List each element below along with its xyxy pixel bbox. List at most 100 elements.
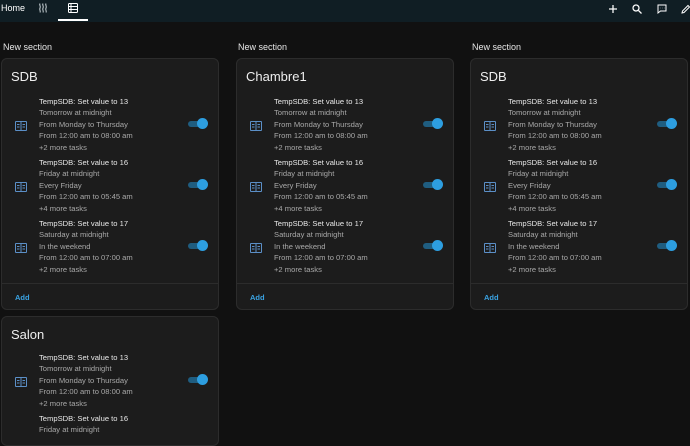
task-text: TempSDB: Set value to 13 Tomorrow at mid… (508, 96, 602, 153)
card-title: Chambre1 (246, 69, 307, 84)
task-title: TempSDB: Set value to 13 (39, 97, 129, 106)
chat-icon (657, 4, 667, 15)
task-days: From Monday to Thursday (508, 119, 597, 129)
task-text: TempSDB: Set value to 13 Tomorrow at mid… (274, 96, 368, 153)
task-when: Tomorrow at midnight (39, 364, 112, 374)
section-title: New section (3, 42, 53, 52)
pencil-icon (681, 4, 690, 14)
task-toggle[interactable] (423, 118, 443, 130)
calendar-icon (250, 118, 262, 131)
add-task-button[interactable]: Add (250, 293, 265, 302)
task-toggle[interactable] (188, 374, 208, 386)
task-toggle[interactable] (657, 240, 677, 252)
task-text: TempSDB: Set value to 16 Friday at midni… (39, 413, 128, 436)
task-hours: From 12:00 am to 08:00 am (39, 131, 133, 141)
task-hours: From 12:00 am to 08:00 am (508, 131, 602, 141)
task-days: Every Friday (274, 180, 317, 190)
task-more: +4 more tasks (39, 203, 87, 213)
task-title: TempSDB: Set value to 16 (39, 414, 129, 423)
calendar-icon (250, 179, 262, 192)
task-days: Every Friday (39, 180, 82, 190)
card-title: SDB (480, 69, 507, 84)
assist-button[interactable] (654, 1, 670, 17)
tab-home[interactable]: Home (0, 0, 25, 22)
scheduler-card: SDB TempSDB: Set value to 13 Tomorrow at… (1, 58, 219, 310)
task-days: In the weekend (274, 241, 326, 251)
card-divider (237, 283, 453, 284)
task-text: TempSDB: Set value to 13 Tomorrow at mid… (39, 96, 133, 153)
scheduler-card: Chambre1 TempSDB: Set value to 13 Tomorr… (236, 58, 454, 310)
task-more: +4 more tasks (508, 203, 556, 213)
task-hours: From 12:00 am to 05:45 am (508, 192, 602, 202)
task-title: TempSDB: Set value to 13 (508, 97, 598, 106)
task-when: Friday at midnight (39, 169, 100, 179)
calendar-icon (484, 240, 496, 253)
task-when: Tomorrow at midnight (274, 108, 347, 118)
calendar-icon (484, 179, 496, 192)
task-title: TempSDB: Set value to 16 (39, 158, 129, 167)
task-when: Tomorrow at midnight (508, 108, 581, 118)
task-text: TempSDB: Set value to 16 Friday at midni… (274, 157, 368, 214)
task-text: TempSDB: Set value to 17 Saturday at mid… (274, 218, 368, 275)
scheduler-card-salon: Salon TempSDB: Set value to 13 Tomorrow … (1, 316, 219, 446)
task-hours: From 12:00 am to 05:45 am (274, 192, 368, 202)
task-title: TempSDB: Set value to 17 (508, 219, 598, 228)
calendar-icon (15, 374, 27, 387)
task-more: +2 more tasks (508, 142, 556, 152)
task-text: TempSDB: Set value to 16 Friday at midni… (508, 157, 602, 214)
task-hours: From 12:00 am to 08:00 am (274, 131, 368, 141)
calendar-icon (15, 179, 27, 192)
task-hours: From 12:00 am to 05:45 am (39, 192, 133, 202)
task-title: TempSDB: Set value to 17 (39, 219, 129, 228)
task-when: Saturday at midnight (508, 230, 578, 240)
task-toggle[interactable] (657, 118, 677, 130)
tab-heating[interactable] (28, 0, 58, 22)
task-more: +4 more tasks (274, 203, 322, 213)
search-button[interactable] (629, 1, 645, 17)
task-toggle[interactable] (657, 179, 677, 191)
heat-waves-icon (39, 3, 47, 13)
task-text: TempSDB: Set value to 16 Friday at midni… (39, 157, 133, 214)
task-days: From Monday to Thursday (39, 375, 128, 385)
scheduler-card: SDB TempSDB: Set value to 13 Tomorrow at… (470, 58, 688, 310)
task-days: Every Friday (508, 180, 551, 190)
task-when: Friday at midnight (274, 169, 335, 179)
section-title: New section (472, 42, 522, 52)
add-task-button[interactable]: Add (15, 293, 30, 302)
task-when: Friday at midnight (508, 169, 569, 179)
card-divider (471, 283, 687, 284)
task-toggle[interactable] (188, 118, 208, 130)
task-toggle[interactable] (423, 240, 443, 252)
task-days: In the weekend (39, 241, 91, 251)
task-more: +2 more tasks (39, 142, 87, 152)
top-app-bar: Home (0, 0, 690, 22)
calendar-icon (484, 118, 496, 131)
plus-icon (609, 5, 617, 13)
task-text: TempSDB: Set value to 17 Saturday at mid… (39, 218, 133, 275)
task-days: From Monday to Thursday (274, 119, 363, 129)
edit-dashboard-button[interactable] (678, 1, 690, 17)
task-title: TempSDB: Set value to 16 (274, 158, 364, 167)
task-hours: From 12:00 am to 07:00 am (274, 253, 368, 263)
task-more: +2 more tasks (508, 264, 556, 274)
card-title: SDB (11, 69, 38, 84)
card-divider (2, 283, 218, 284)
calendar-icon (15, 240, 27, 253)
active-tab-indicator (58, 19, 88, 21)
task-when: Saturday at midnight (274, 230, 344, 240)
task-hours: From 12:00 am to 08:00 am (39, 387, 133, 397)
task-toggle[interactable] (188, 179, 208, 191)
section-title: New section (238, 42, 288, 52)
add-task-button[interactable]: Add (484, 293, 499, 302)
add-button[interactable] (605, 1, 621, 17)
task-text: TempSDB: Set value to 13 Tomorrow at mid… (39, 352, 133, 409)
task-toggle[interactable] (423, 179, 443, 191)
task-when: Tomorrow at midnight (39, 108, 112, 118)
task-title: TempSDB: Set value to 13 (274, 97, 364, 106)
task-toggle[interactable] (188, 240, 208, 252)
task-when: Saturday at midnight (39, 230, 109, 240)
search-icon (632, 4, 642, 14)
task-more: +2 more tasks (39, 264, 87, 274)
task-title: TempSDB: Set value to 13 (39, 353, 129, 362)
task-title: TempSDB: Set value to 17 (274, 219, 364, 228)
